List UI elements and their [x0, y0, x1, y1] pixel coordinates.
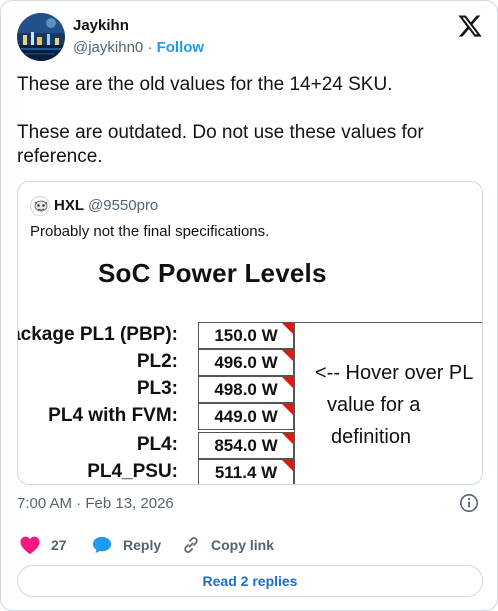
info-icon[interactable]: [459, 493, 479, 513]
heart-icon: [20, 536, 40, 555]
row-value: 449.0 W: [198, 403, 294, 430]
copy-link-label: Copy link: [211, 537, 275, 553]
separator-dot: ·: [147, 39, 153, 56]
row-value: 511.4 W: [198, 459, 294, 484]
quoted-image[interactable]: SoC Power Levels ackage PL1 (PBP): 150.0…: [18, 248, 482, 484]
row-label: PL3:: [136, 378, 178, 399]
row-label: PL2:: [136, 351, 178, 372]
row-value-text: 449.0 W: [214, 407, 278, 426]
reply-button[interactable]: Reply: [91, 534, 161, 556]
table-row: PL4: 854.0 W: [18, 432, 318, 459]
comment-marker-icon: [282, 460, 293, 471]
tweet-paragraph: These are outdated. Do not use these val…: [17, 122, 424, 167]
table-row: PL4_PSU: 511.4 W: [18, 459, 318, 484]
table-row: PL3: 498.0 W: [18, 376, 318, 403]
tweet-card: Jaykihn @jaykihn0 · Follow These are the…: [0, 0, 498, 611]
comment-marker-icon: [282, 350, 293, 361]
author-handle[interactable]: @jaykihn0: [73, 39, 143, 56]
author-name[interactable]: Jaykihn: [73, 17, 129, 35]
like-count: 27: [51, 537, 67, 553]
row-label: PL4:: [136, 434, 178, 455]
avatar[interactable]: [17, 13, 65, 61]
row-value-text: 496.0 W: [214, 353, 278, 372]
author-handle-row: @jaykihn0 · Follow: [73, 39, 204, 57]
tweet-header: Jaykihn @jaykihn0 · Follow: [17, 13, 483, 61]
row-value-text: 150.0 W: [214, 326, 278, 345]
tweet-actions: 27 Reply Copy link: [17, 534, 483, 556]
table-row: PL2: 496.0 W: [18, 349, 318, 376]
row-label: PL4_PSU:: [87, 461, 178, 482]
reply-bubble-icon: [92, 536, 112, 554]
reply-label: Reply: [123, 537, 162, 553]
row-label: PL4 with FVM:: [48, 405, 178, 426]
read-replies-button[interactable]: Read 2 replies: [17, 565, 483, 597]
hover-hint-line: <-- Hover over PL: [315, 362, 474, 384]
hover-hint-text: <-- Hover over PL value for a definition: [315, 357, 482, 453]
row-value: 498.0 W: [198, 376, 294, 403]
row-value: 496.0 W: [198, 349, 294, 376]
comment-marker-icon: [282, 377, 293, 388]
image-title: SoC Power Levels: [98, 258, 327, 288]
like-button[interactable]: 27: [19, 534, 67, 556]
row-value-text: 511.4 W: [214, 463, 278, 482]
row-label: ackage PL1 (PBP):: [18, 324, 178, 345]
quoted-text: Probably not the final specifications.: [30, 223, 270, 240]
tweet-paragraph: These are the old values for the 14+24 S…: [17, 74, 393, 95]
hover-hint-box: <-- Hover over PL value for a definition: [294, 322, 482, 484]
quoted-avatar: [30, 196, 50, 216]
comment-marker-icon: [282, 323, 293, 334]
table-row: ackage PL1 (PBP): 150.0 W: [18, 322, 318, 349]
row-value: 854.0 W: [198, 432, 294, 459]
quoted-tweet[interactable]: HXL @9550pro Probably not the final spec…: [17, 181, 483, 485]
link-icon: [184, 537, 198, 553]
comment-marker-icon: [282, 404, 293, 415]
x-logo-icon[interactable]: [457, 13, 483, 39]
tweet-timestamp[interactable]: 7:00 AM · Feb 13, 2026: [17, 494, 174, 514]
tweet-text: These are the old values for the 14+24 S…: [17, 73, 483, 193]
row-value: 150.0 W: [198, 322, 294, 349]
comment-marker-icon: [282, 433, 293, 444]
follow-button[interactable]: Follow: [157, 39, 205, 56]
table-row: PL4 with FVM: 449.0 W: [18, 403, 318, 430]
copy-link-button[interactable]: Copy link: [181, 534, 274, 556]
quoted-author-handle: @9550pro: [88, 197, 159, 214]
quoted-author-name: HXL: [54, 197, 84, 214]
row-value-text: 498.0 W: [214, 380, 278, 399]
row-value-text: 854.0 W: [214, 436, 278, 455]
hover-hint-line: definition: [331, 426, 412, 448]
hover-hint-line: value for a: [327, 394, 421, 416]
